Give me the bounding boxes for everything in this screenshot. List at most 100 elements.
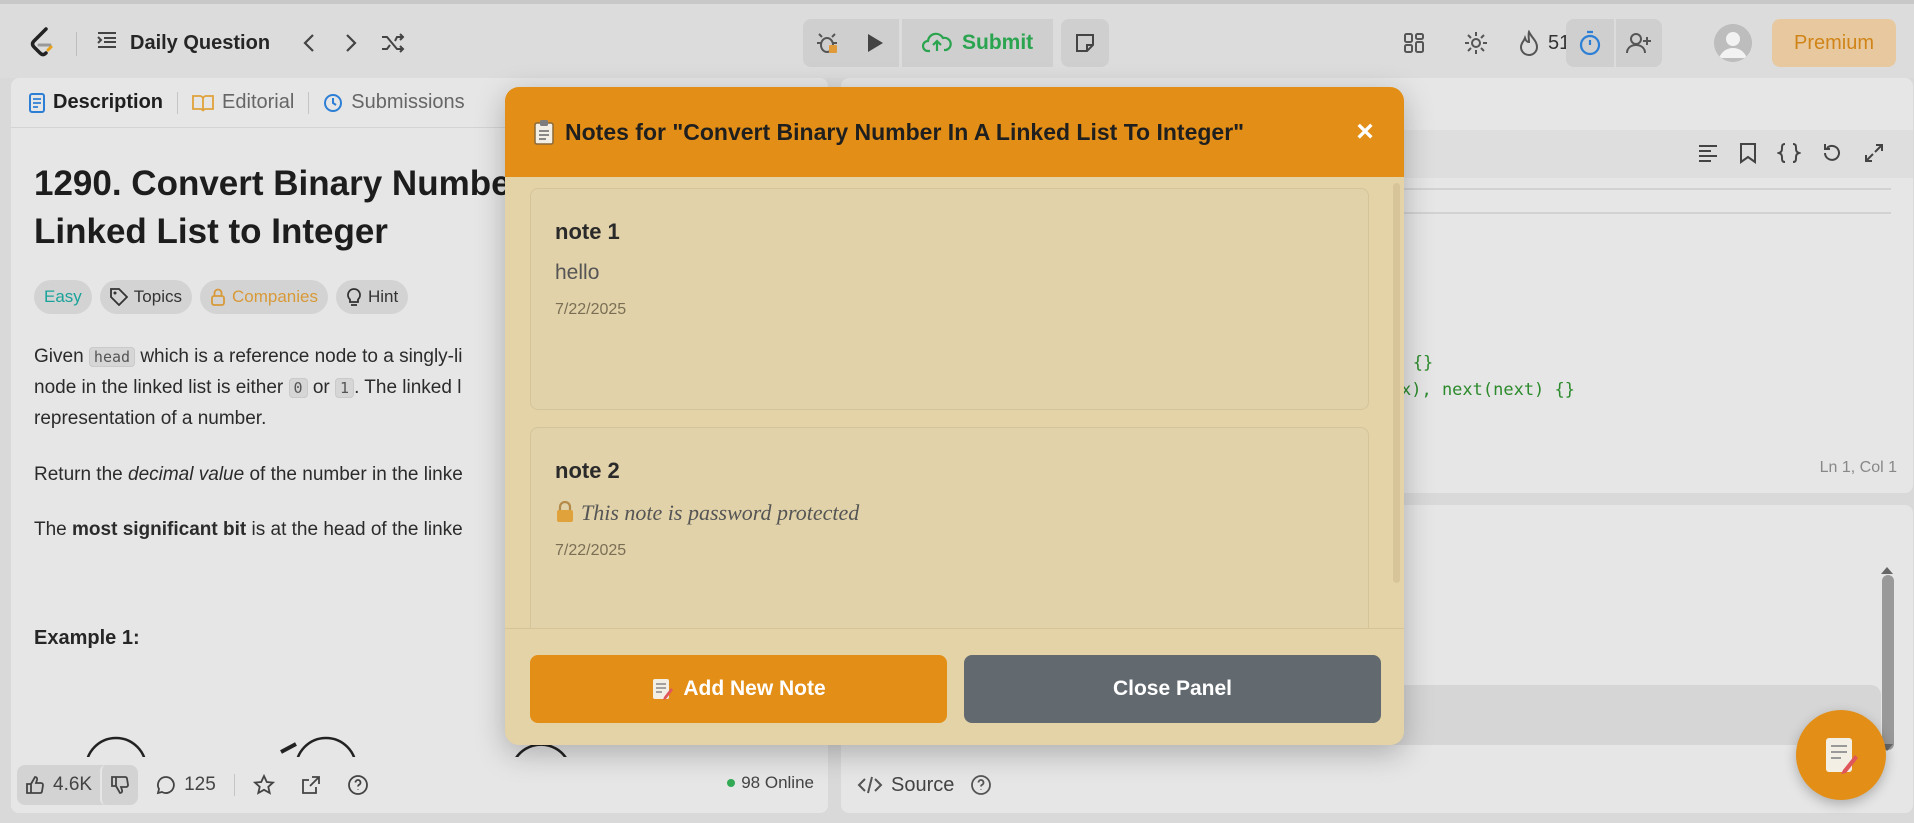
tab-editorial[interactable]: Editorial: [192, 91, 294, 114]
clipboard-icon: [534, 120, 554, 145]
companies-label: Companies: [231, 287, 318, 306]
note-card[interactable]: note 1 hello 7/22/2025: [530, 188, 1369, 410]
difficulty-badge: Easy: [34, 280, 92, 314]
problem-tags: Easy Topics Companies Hint: [34, 280, 409, 314]
close-panel-button[interactable]: Close Panel: [964, 655, 1381, 723]
dislike-button[interactable]: [100, 765, 138, 805]
lock-icon: [557, 500, 573, 522]
share-icon[interactable]: [293, 765, 329, 805]
problem-title-line2: Linked List to Integer: [34, 212, 388, 251]
problem-title: 1290. Convert Binary Numbe Linked List t…: [34, 160, 514, 256]
modal-close-button[interactable]: ×: [1350, 115, 1380, 148]
problem-title-line1: 1290. Convert Binary Numbe: [34, 164, 511, 203]
prev-problem-button[interactable]: [294, 28, 324, 58]
topics-chip[interactable]: Topics: [99, 280, 192, 314]
thumbs-up-icon: [26, 776, 44, 794]
code-icon: [857, 776, 883, 794]
online-count: 98 Online: [741, 773, 814, 792]
notes-button[interactable]: [1061, 19, 1109, 67]
shuffle-icon[interactable]: [378, 28, 408, 58]
help-icon[interactable]: [339, 765, 377, 805]
cursor-position: Ln 1, Col 1: [1819, 459, 1897, 476]
layout-icon[interactable]: [1402, 24, 1426, 62]
desc-text: Return the: [34, 464, 128, 485]
note-card[interactable]: note 2 This note is password protected 7…: [530, 427, 1369, 628]
timer-icon[interactable]: [1566, 19, 1614, 67]
scroll-up-icon[interactable]: [1880, 565, 1894, 575]
daily-question-nav[interactable]: Daily Question: [96, 28, 408, 58]
desc-text: The: [34, 519, 73, 540]
modal-header: Notes for "Convert Binary Number In A Li…: [505, 87, 1404, 177]
code-line[interactable]: x), next(next) {}: [1401, 380, 1575, 400]
leetcode-logo-icon[interactable]: [28, 26, 58, 58]
run-button[interactable]: [851, 19, 899, 67]
add-friend-icon[interactable]: [1614, 19, 1662, 67]
submit-label: Submit: [962, 31, 1034, 54]
lock-icon: [211, 288, 225, 306]
notes-scrollbar[interactable]: [1393, 183, 1400, 583]
tab-submissions-label: Submissions: [351, 91, 465, 113]
desc-text: . The linked l: [354, 377, 462, 398]
braces-icon[interactable]: [1775, 142, 1803, 169]
online-dot: [727, 779, 736, 787]
reset-icon[interactable]: [1821, 142, 1843, 169]
divider: [233, 774, 235, 796]
likes-count: 4.6K: [53, 774, 93, 795]
settings-gear-icon[interactable]: [1463, 24, 1489, 62]
description-line: Given head which is a reference node to …: [34, 341, 514, 373]
description-footer: 4.6K 125 98 Online: [11, 757, 828, 813]
desc-text: which is a reference node to a singly-li: [135, 346, 463, 367]
run-submit-group: Submit: [803, 19, 1054, 67]
format-icon[interactable]: [1697, 143, 1719, 168]
comments-count: 125: [184, 774, 216, 795]
lightbulb-icon: [347, 288, 361, 306]
desc-strong: most significant bit: [72, 519, 247, 540]
daily-question-label: Daily Question: [130, 31, 271, 54]
note-title: note 1: [555, 219, 620, 244]
editor-actions: [1697, 142, 1885, 169]
modal-title: Notes for "Convert Binary Number In A Li…: [565, 118, 1245, 145]
desc-text: Given: [34, 346, 89, 367]
timer-group: [1566, 19, 1662, 67]
submit-button[interactable]: Submit: [899, 19, 1054, 67]
favorite-star-icon[interactable]: [245, 765, 283, 805]
tab-description[interactable]: Description: [29, 91, 163, 114]
comments-button[interactable]: 125: [148, 765, 224, 805]
add-note-label: Add New Note: [683, 677, 826, 700]
source-label[interactable]: Source: [891, 774, 954, 797]
bookmark-icon[interactable]: [1739, 142, 1757, 169]
list-icon: [96, 30, 118, 56]
fullscreen-icon[interactable]: [1863, 142, 1885, 169]
streak-counter[interactable]: 51: [1518, 24, 1570, 62]
next-problem-button[interactable]: [336, 28, 366, 58]
modal-footer: Add New Note Close Panel: [505, 628, 1404, 745]
tag-icon: [109, 288, 128, 306]
hint-chip[interactable]: Hint: [335, 280, 409, 314]
note-content-locked: This note is password protected: [555, 500, 1344, 526]
description-line: representation of a number.: [34, 403, 514, 434]
add-new-note-button[interactable]: Add New Note: [530, 655, 947, 723]
testcase-scrollbar[interactable]: [1882, 575, 1894, 750]
close-panel-label: Close Panel: [1112, 677, 1233, 700]
desc-text: or: [307, 377, 336, 398]
locked-message: This note is password protected: [581, 500, 860, 525]
debug-button[interactable]: [803, 19, 851, 67]
floating-notes-button[interactable]: [1796, 710, 1886, 800]
tab-submissions[interactable]: Submissions: [323, 91, 465, 114]
inline-code: 1: [335, 378, 355, 398]
desc-text: node in the linked list is either: [34, 377, 289, 398]
like-button[interactable]: 4.6K: [17, 765, 100, 805]
hint-label: Hint: [367, 287, 399, 306]
divider: [177, 91, 179, 114]
premium-button[interactable]: Premium: [1772, 19, 1897, 67]
difficulty-label: Easy: [44, 287, 82, 306]
example-heading: Example 1:: [34, 627, 140, 649]
user-avatar[interactable]: [1714, 24, 1752, 62]
note-title: note 2: [555, 458, 620, 483]
top-navbar: Daily Question Submit 51 Premium: [0, 0, 1914, 78]
companies-chip[interactable]: Companies: [199, 280, 328, 314]
note-date: 7/22/2025: [555, 542, 627, 559]
premium-label: Premium: [1794, 31, 1875, 54]
note-content: hello: [555, 261, 600, 284]
description-line: node in the linked list is either 0 or 1…: [34, 372, 514, 404]
